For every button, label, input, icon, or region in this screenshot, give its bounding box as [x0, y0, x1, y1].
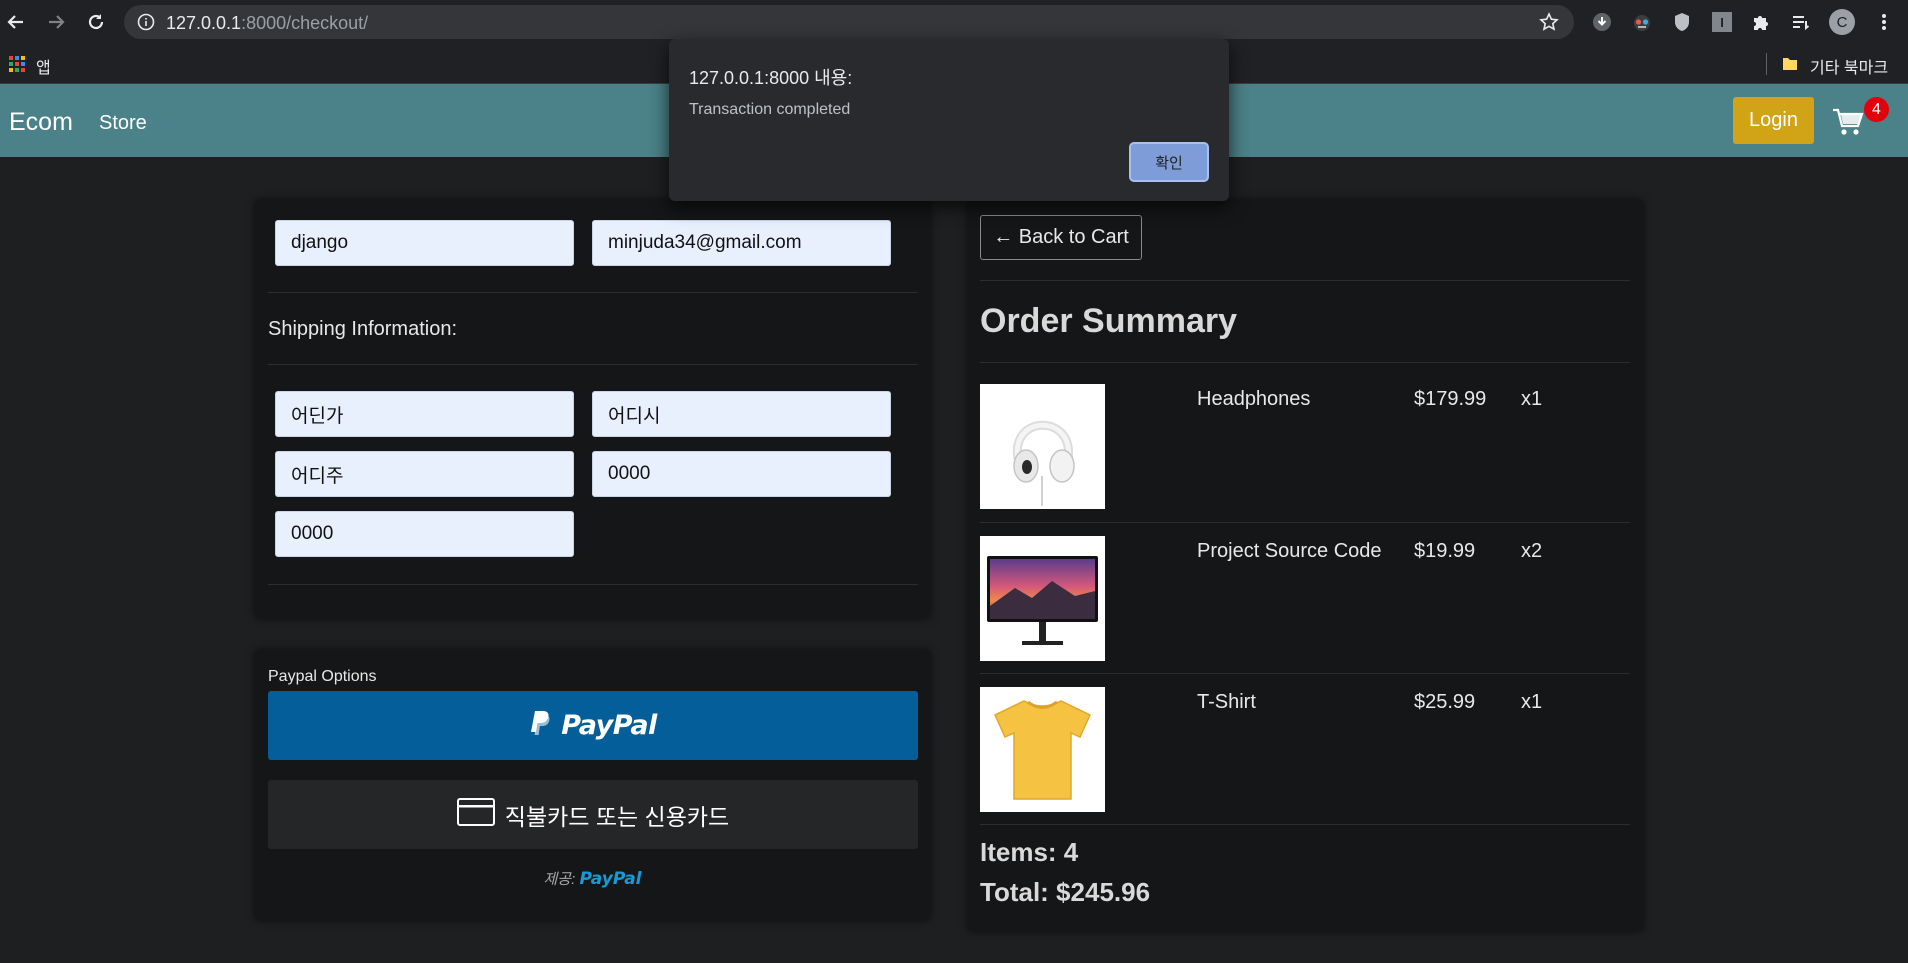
order-summary: ← Back to Cart Order Summary Headphones … [968, 200, 1643, 931]
paypal-button[interactable]: PayPal [268, 691, 918, 760]
form-divider [268, 292, 918, 293]
apps-label[interactable]: 앱 [36, 54, 51, 78]
folder-icon [1782, 56, 1798, 77]
country-field[interactable]: 0000 [275, 511, 574, 557]
name-field[interactable]: django [275, 220, 574, 266]
shield-icon[interactable] [1670, 10, 1694, 34]
cart-icon[interactable] [1832, 107, 1864, 137]
monitor-image [980, 536, 1105, 661]
form-divider [268, 584, 918, 585]
email-field[interactable]: minjuda34@gmail.com [592, 220, 891, 266]
tshirt-image [980, 687, 1105, 812]
dialog-title: 127.0.0.1:8000 내용: [689, 68, 853, 88]
payment-panel: Paypal Options PayPal 직불카드 또는 신용카드 제공: P… [255, 650, 930, 920]
reading-list-icon[interactable] [1789, 10, 1813, 34]
cart-count-badge: 4 [1864, 97, 1889, 122]
item-quantity: x2 [1521, 540, 1543, 562]
reload-icon[interactable] [84, 10, 108, 34]
item-name: T-Shirt [1197, 691, 1256, 713]
login-button[interactable]: Login [1733, 97, 1814, 144]
powered-by-paypal: 제공: PayPal [255, 868, 930, 889]
credit-card-icon [456, 798, 495, 831]
apps-grid-icon[interactable] [9, 56, 25, 77]
city-field[interactable]: 어디시 [592, 391, 891, 437]
other-bookmarks-label[interactable]: 기타 북마크 [1810, 54, 1888, 78]
summary-divider [980, 280, 1630, 281]
more-menu-icon[interactable] [1872, 10, 1896, 34]
checkout-form: django minjuda34@gmail.com Shipping Info… [255, 200, 930, 618]
item-quantity: x1 [1521, 388, 1543, 410]
browser-toolbar: 127.0.0.1:8000/checkout/ I C [0, 0, 1908, 44]
url-text: 127.0.0.1:8000/checkout/ [166, 13, 369, 33]
item-price: $25.99 [1414, 691, 1476, 713]
puzzle-icon[interactable] [1749, 10, 1773, 34]
paypal-logo-icon [529, 710, 551, 741]
forward-arrow-icon[interactable] [44, 10, 68, 34]
summary-divider [980, 824, 1630, 825]
profile-avatar[interactable]: C [1829, 9, 1855, 35]
bookmark-star-icon[interactable] [1539, 12, 1559, 37]
price-total: Total: $245.96 [980, 877, 1151, 907]
address-field[interactable]: 어딘가 [275, 391, 574, 437]
shipping-info-label: Shipping Information: [268, 318, 458, 340]
state-field[interactable]: 어디주 [275, 451, 574, 497]
order-item-row: T-Shirt $25.99 x1 [980, 666, 1630, 816]
item-quantity: x1 [1521, 691, 1543, 713]
item-name: Headphones [1197, 388, 1311, 410]
paypal-options-label: Paypal Options [268, 668, 377, 685]
paypal-button-label: PayPal [561, 710, 657, 741]
powered-by-brand: PayPal [579, 869, 642, 889]
order-item-row: Headphones $179.99 x1 [980, 363, 1630, 513]
bookmarks-divider [1766, 53, 1767, 75]
address-bar[interactable]: 127.0.0.1:8000/checkout/ [124, 5, 1574, 39]
card-payment-button[interactable]: 직불카드 또는 신용카드 [268, 780, 918, 849]
extension-face-icon[interactable] [1630, 10, 1654, 34]
item-price: $179.99 [1414, 388, 1487, 410]
store-link[interactable]: Store [99, 112, 147, 135]
card-payment-label: 직불카드 또는 신용카드 [504, 803, 730, 830]
info-icon[interactable] [137, 13, 155, 36]
item-price: $19.99 [1414, 540, 1476, 562]
dialog-message: Transaction completed [689, 101, 851, 118]
zipcode-field[interactable]: 0000 [592, 451, 891, 497]
extension-i-icon[interactable]: I [1710, 10, 1734, 34]
back-to-cart-button[interactable]: ← Back to Cart [980, 215, 1142, 260]
item-name: Project Source Code [1197, 540, 1382, 562]
download-icon[interactable] [1590, 10, 1614, 34]
order-item-row: Project Source Code $19.99 x2 [980, 515, 1630, 665]
powered-by-label: 제공: [543, 871, 576, 888]
brand-link[interactable]: Ecom [9, 108, 73, 137]
alert-dialog: 127.0.0.1:8000 내용: Transaction completed… [669, 39, 1229, 201]
headphones-image [980, 384, 1105, 509]
dialog-ok-button[interactable]: 확인 [1129, 142, 1209, 182]
items-total: Items: 4 [980, 837, 1079, 867]
order-summary-title: Order Summary [980, 302, 1237, 340]
back-arrow-icon[interactable] [4, 10, 28, 34]
form-divider [268, 364, 918, 365]
